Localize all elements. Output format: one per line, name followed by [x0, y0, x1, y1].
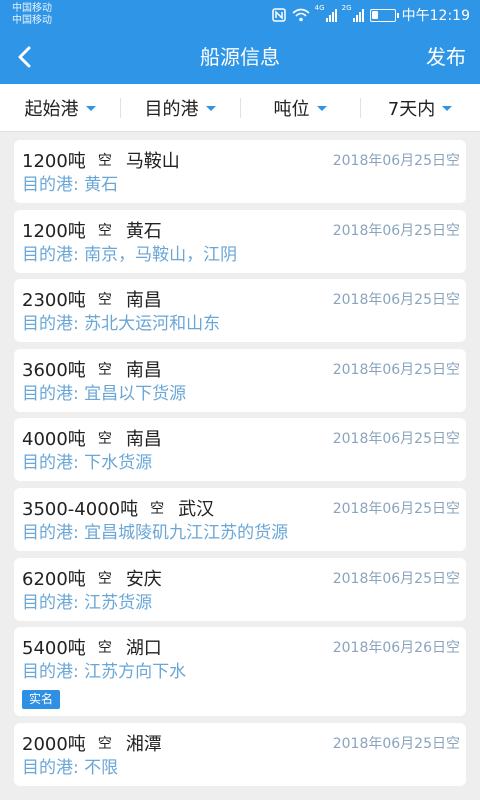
- status-time: 中午12:19: [401, 8, 470, 24]
- listing-tonnage: 1200吨: [22, 220, 86, 242]
- listing-port: 湘潭: [125, 733, 162, 755]
- caret-down-icon: [85, 106, 96, 111]
- listing-port: 南昌: [125, 429, 162, 451]
- listing-empty-tag: 空: [97, 640, 112, 657]
- listing-destination: 目的港: 苏北大运河和山东: [22, 314, 221, 335]
- listing-destination: 目的港: 江苏方向下水: [22, 662, 187, 683]
- listing-card[interactable]: 5400吨 空 湖口 2018年06月26日空 目的港: 江苏方向下水 实名: [14, 627, 466, 717]
- filter-origin-port[interactable]: 起始港: [0, 84, 120, 131]
- carrier-name-2: 中国移动: [12, 15, 52, 26]
- filter-label: 目的港: [144, 98, 199, 120]
- publish-button[interactable]: 发布: [426, 43, 466, 71]
- listing-summary: 2300吨 空 南昌 2018年06月25日空: [22, 287, 460, 311]
- wifi-icon: [292, 8, 310, 22]
- nfc-icon: [271, 8, 286, 22]
- caret-down-icon: [316, 106, 327, 111]
- filter-destination-port[interactable]: 目的港: [120, 84, 240, 131]
- app-header: 中国移动 中国移动 4G 2G 中午12:19 船源信息 发布: [0, 0, 480, 84]
- carrier-name-1: 中国移动: [12, 3, 52, 14]
- filter-tonnage[interactable]: 吨位: [240, 84, 360, 131]
- listing-destination: 目的港: 黄石: [22, 175, 119, 195]
- status-icons: 4G 2G 中午12:19: [271, 4, 470, 25]
- signal-4g-icon: 4G: [314, 4, 337, 22]
- listing-destination: 目的港: 下水货源: [22, 453, 153, 474]
- listing-tonnage: 2300吨: [22, 290, 86, 312]
- listing-card[interactable]: 2300吨 空 南昌 2018年06月25日空 目的港: 苏北大运河和山东: [14, 279, 466, 343]
- listing-summary: 3600吨 空 南昌 2018年06月25日空: [22, 357, 460, 381]
- listing-card[interactable]: 6200吨 空 安庆 2018年06月25日空 目的港: 江苏货源: [14, 557, 466, 621]
- network-type-1: 4G: [314, 4, 325, 12]
- listing-tonnage: 6200吨: [22, 568, 86, 590]
- listing-destination: 目的港: 宜昌以下货源: [22, 383, 187, 404]
- listing-summary: 1200吨 空 马鞍山 2018年06月25日空: [22, 148, 460, 172]
- filter-bar: 起始港 目的港 吨位 7天内: [0, 84, 480, 132]
- listing-card[interactable]: 1200吨 空 马鞍山 2018年06月25日空 目的港: 黄石: [14, 140, 466, 203]
- listing-date: 2018年06月25日空: [332, 500, 460, 517]
- listing-summary: 4000吨 空 南昌 2018年06月25日空: [22, 426, 460, 450]
- listing-port: 黄石: [125, 220, 162, 242]
- listing-summary: 1200吨 空 黄石 2018年06月25日空: [22, 218, 460, 242]
- listing-date: 2018年06月25日空: [332, 431, 460, 448]
- listing-port: 南昌: [125, 290, 162, 312]
- caret-down-icon: [205, 106, 216, 111]
- listing-tonnage: 1200吨: [22, 151, 86, 172]
- listing-card[interactable]: 4000吨 空 南昌 2018年06月25日空 目的港: 下水货源: [14, 418, 466, 482]
- page-title: 船源信息: [200, 45, 280, 69]
- listing-card[interactable]: 1200吨 空 黄石 2018年06月25日空 目的港: 南京，马鞍山，江阴: [14, 209, 466, 273]
- filter-label: 起始港: [24, 98, 79, 120]
- verified-badge: 实名: [22, 690, 61, 710]
- listing-date: 2018年06月25日空: [332, 570, 460, 587]
- listing-date: 2018年06月25日空: [332, 735, 460, 752]
- listing-empty-tag: 空: [97, 222, 112, 239]
- listing-summary: 5400吨 空 湖口 2018年06月26日空: [22, 635, 460, 659]
- listing-port: 南昌: [125, 359, 162, 381]
- listing-destination: 目的港: 宜昌城陵矶九江江苏的货源: [22, 522, 289, 543]
- listing-summary: 3500-4000吨 空 武汉 2018年06月25日空: [22, 496, 460, 520]
- listing-tonnage: 4000吨: [22, 429, 86, 451]
- listing-card[interactable]: 3500-4000吨 空 武汉 2018年06月25日空 目的港: 宜昌城陵矶九…: [14, 487, 466, 551]
- network-type-2: 2G: [341, 4, 352, 12]
- listing-empty-tag: 空: [97, 431, 112, 448]
- filter-label: 吨位: [273, 98, 310, 120]
- listing-port: 湖口: [125, 638, 162, 660]
- listing-empty-tag: 空: [97, 735, 112, 752]
- ship-listing-list: 1200吨 空 马鞍山 2018年06月25日空 目的港: 黄石 1200吨 空…: [14, 140, 466, 792]
- listing-date: 2018年06月26日空: [332, 640, 460, 657]
- battery-icon: [369, 8, 399, 22]
- listing-destination: 目的港: 不限: [22, 757, 119, 778]
- nav-bar: 船源信息 发布: [0, 30, 480, 84]
- listing-empty-tag: 空: [97, 570, 112, 587]
- listing-destination: 目的港: 江苏货源: [22, 592, 153, 613]
- listing-port: 马鞍山: [125, 151, 180, 172]
- listing-destination: 目的港: 南京，马鞍山，江阴: [22, 244, 238, 265]
- caret-down-icon: [442, 106, 453, 111]
- listing-tonnage: 5400吨: [22, 638, 86, 660]
- listing-empty-tag: 空: [97, 292, 112, 309]
- listing-tonnage: 3600吨: [22, 359, 86, 381]
- filter-label: 7天内: [387, 98, 436, 120]
- listing-summary: 2000吨 空 湘潭 2018年06月25日空: [22, 731, 460, 755]
- listing-empty-tag: 空: [150, 500, 165, 517]
- listing-tonnage: 3500-4000吨: [22, 498, 139, 520]
- listing-date: 2018年06月25日空: [332, 292, 460, 309]
- listing-tonnage: 2000吨: [22, 733, 86, 755]
- listing-date: 2018年06月25日空: [332, 361, 460, 378]
- carrier-labels: 中国移动 中国移动: [12, 3, 52, 27]
- listing-card[interactable]: 2000吨 空 湘潭 2018年06月25日空 目的港: 不限: [14, 722, 466, 786]
- listing-empty-tag: 空: [97, 361, 112, 378]
- listing-port: 武汉: [178, 498, 215, 520]
- listing-date: 2018年06月25日空: [332, 222, 460, 239]
- listing-card[interactable]: 3600吨 空 南昌 2018年06月25日空 目的港: 宜昌以下货源: [14, 348, 466, 412]
- filter-time-range[interactable]: 7天内: [360, 84, 480, 131]
- status-bar: 中国移动 中国移动 4G 2G 中午12:19: [0, 0, 480, 30]
- listing-date: 2018年06月25日空: [332, 153, 460, 169]
- listing-empty-tag: 空: [97, 153, 112, 169]
- listing-port: 安庆: [125, 568, 162, 590]
- signal-2g-icon: 2G: [341, 4, 364, 22]
- listing-summary: 6200吨 空 安庆 2018年06月25日空: [22, 566, 460, 590]
